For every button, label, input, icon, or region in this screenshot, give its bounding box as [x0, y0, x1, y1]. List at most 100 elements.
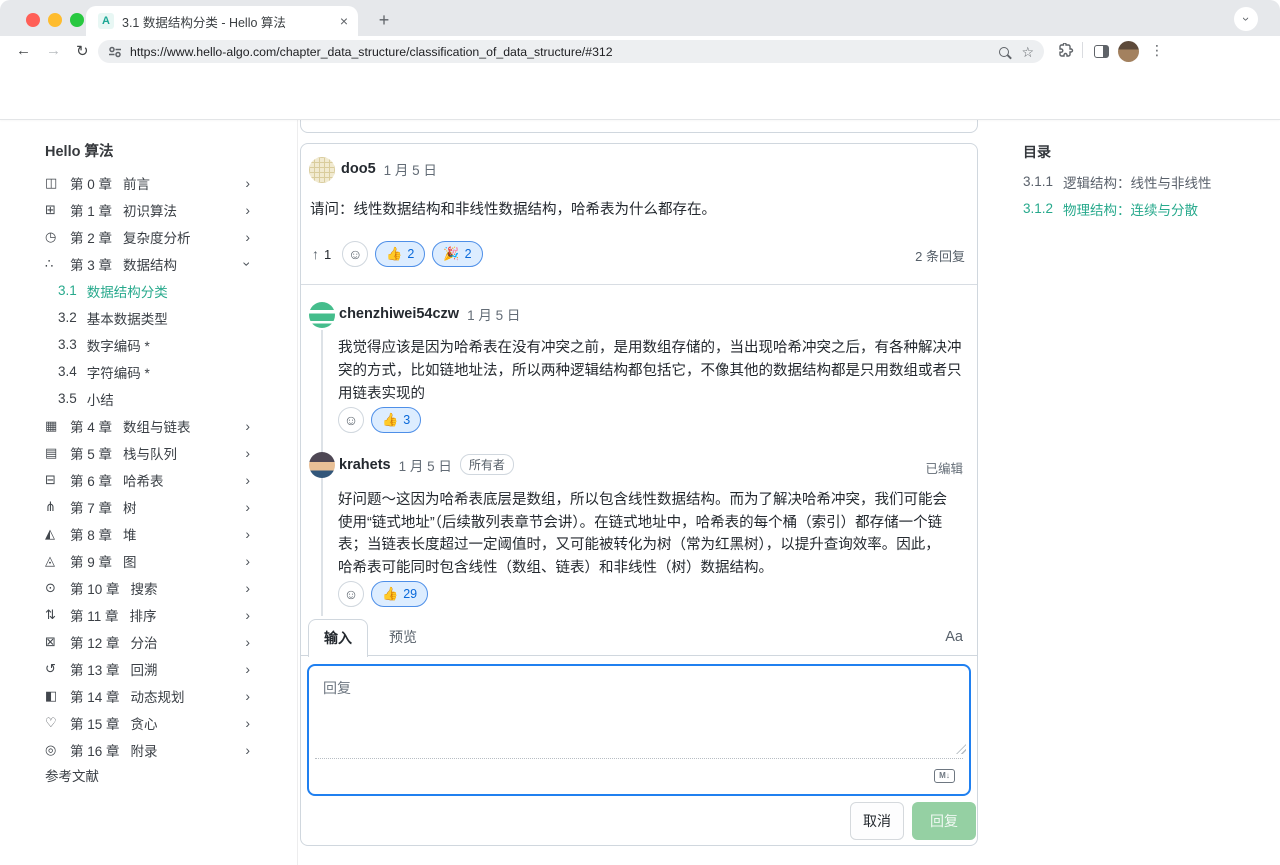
- chevron-right-icon: ›: [245, 742, 250, 758]
- chevron-right-icon: ›: [245, 553, 250, 569]
- sidebar-item-chapter-13[interactable]: ↺第 13 章回溯›: [45, 655, 250, 682]
- tab-strip: A 3.1 数据结构分类 - Hello 算法 × + ›: [0, 0, 1280, 36]
- sidebar-item-chapter-3[interactable]: ∴第 3 章数据结构›: [45, 250, 250, 277]
- reply-textarea[interactable]: [309, 666, 969, 757]
- reaction-thumbs-up[interactable]: 👍 2: [375, 241, 425, 267]
- url-text[interactable]: https://www.hello-algo.com/chapter_data_…: [130, 45, 999, 59]
- thumbs-up-icon: 👍: [386, 246, 402, 262]
- chevron-right-icon: ›: [245, 580, 250, 596]
- reply-actions: ☺ 👍 29: [338, 580, 428, 608]
- hash-table-icon: ⊟: [45, 472, 70, 488]
- chevron-right-icon: ›: [245, 715, 250, 731]
- divide-icon: ⊠: [45, 634, 70, 650]
- backtrack-icon: ↺: [45, 661, 70, 677]
- sidebar-item-chapter-7[interactable]: ⋔第 7 章树›: [45, 493, 250, 520]
- page-zoom-icon[interactable]: [999, 47, 1009, 57]
- add-reaction-button[interactable]: ☺: [338, 581, 364, 607]
- browser-tab[interactable]: A 3.1 数据结构分类 - Hello 算法 ×: [86, 6, 358, 36]
- clock-icon: ◷: [45, 229, 70, 245]
- reply-header: chenzhiwei54czw 1 月 5 日: [339, 304, 520, 324]
- sidebar-item-chapter-6[interactable]: ⊟第 6 章哈希表›: [45, 466, 250, 493]
- upvote-icon: ↑: [312, 246, 319, 262]
- sidebar-item-chapter-15[interactable]: ♡第 15 章贪心›: [45, 709, 250, 736]
- avatar[interactable]: [309, 157, 335, 183]
- sidebar-item-3-3[interactable]: 3.3数字编码 *: [45, 331, 253, 358]
- tab-preview[interactable]: 预览: [377, 619, 429, 656]
- maximize-window-button[interactable]: [70, 13, 84, 27]
- nodes-icon: ∴: [45, 256, 70, 272]
- browser-window: A 3.1 数据结构分类 - Hello 算法 × + › ← → ↻ http…: [0, 0, 1280, 865]
- add-reaction-button[interactable]: ☺: [338, 407, 364, 433]
- avatar[interactable]: [309, 302, 335, 328]
- reply-author[interactable]: chenzhiwei54czw: [339, 306, 459, 322]
- search-chapter-icon: ⊙: [45, 580, 70, 596]
- profile-avatar[interactable]: [1118, 41, 1139, 62]
- chevron-down-icon: ›: [1234, 17, 1258, 21]
- sidebar-item-3-4[interactable]: 3.4字符编码 *: [45, 358, 253, 385]
- sidebar-item-chapter-5[interactable]: ▤第 5 章栈与队列›: [45, 439, 250, 466]
- sidebar-item-3-1[interactable]: 3.1数据结构分类: [45, 277, 253, 304]
- close-window-button[interactable]: [26, 13, 40, 27]
- stack-icon: ▤: [45, 445, 70, 461]
- reaction-thumbs-up[interactable]: 👍 29: [371, 581, 428, 607]
- tab-write[interactable]: 输入: [308, 619, 368, 657]
- chevron-down-icon: ›: [240, 261, 256, 266]
- book-icon: ◫: [45, 175, 70, 191]
- toolbar-divider: [1082, 42, 1083, 58]
- new-tab-button[interactable]: +: [370, 7, 398, 35]
- address-bar[interactable]: https://www.hello-algo.com/chapter_data_…: [98, 40, 1044, 63]
- reply-editor: M↓: [307, 664, 971, 796]
- sidebar-nav: Hello 算法 ◫第 0 章前言› ⊞第 1 章初识算法› ◷第 2 章复杂度…: [0, 120, 298, 865]
- sidebar-item-chapter-9[interactable]: ◬第 9 章图›: [45, 547, 250, 574]
- editor-footer: M↓: [315, 758, 963, 794]
- upvote-button[interactable]: ↑ 1: [312, 246, 331, 262]
- sidebar-item-chapter-14[interactable]: ◧第 14 章动态规划›: [45, 682, 250, 709]
- sidebar-item-chapter-11[interactable]: ⇅第 11 章排序›: [45, 601, 250, 628]
- sidebar-item-chapter-2[interactable]: ◷第 2 章复杂度分析›: [45, 223, 250, 250]
- markdown-icon[interactable]: M↓: [934, 769, 955, 783]
- back-button[interactable]: ←: [16, 42, 31, 59]
- comment-header: doo5 1 月 5 日: [341, 159, 437, 179]
- tab-search-button[interactable]: ›: [1234, 7, 1258, 31]
- sidebar-item-chapter-12[interactable]: ⊠第 12 章分治›: [45, 628, 250, 655]
- tree-icon: ⋔: [45, 499, 70, 515]
- sidebar-item-chapter-4[interactable]: ▦第 4 章数组与链表›: [45, 412, 250, 439]
- reaction-party[interactable]: 🎉 2: [432, 241, 482, 267]
- toc-item-3-1-2[interactable]: 3.1.2物理结构：连续与分散: [1023, 195, 1263, 222]
- sidebar-item-3-2[interactable]: 3.2基本数据类型: [45, 304, 253, 331]
- comment-author[interactable]: doo5: [341, 161, 376, 177]
- forward-button[interactable]: →: [46, 42, 61, 59]
- reaction-thumbs-up[interactable]: 👍 3: [371, 407, 421, 433]
- chevron-right-icon: ›: [245, 202, 250, 218]
- extensions-icon[interactable]: [1058, 43, 1074, 59]
- reply-submit-button[interactable]: 回复: [912, 802, 976, 840]
- text-format-button[interactable]: Aa: [945, 619, 963, 656]
- toc-title: 目录: [1023, 142, 1263, 168]
- chrome-menu-icon[interactable]: ⋮: [1150, 42, 1164, 59]
- avatar[interactable]: [309, 452, 335, 478]
- reload-button[interactable]: ↻: [76, 42, 89, 60]
- tab-title: 3.1 数据结构分类 - Hello 算法: [122, 12, 286, 31]
- sidebar-item-chapter-0[interactable]: ◫第 0 章前言›: [45, 169, 250, 196]
- sidebar-item-references[interactable]: 参考文献: [45, 763, 253, 790]
- tab-close-icon[interactable]: ×: [340, 14, 348, 28]
- thumbs-up-icon: 👍: [382, 586, 398, 602]
- site-settings-icon[interactable]: [108, 45, 122, 59]
- reply-author[interactable]: krahets: [339, 457, 391, 473]
- bookmark-star-icon[interactable]: ☆: [1021, 45, 1034, 59]
- add-reaction-button[interactable]: ☺: [342, 241, 368, 267]
- sidebar-item-chapter-8[interactable]: ◭第 8 章堆›: [45, 520, 250, 547]
- toc-item-3-1-1[interactable]: 3.1.1逻辑结构：线性与非线性: [1023, 168, 1263, 195]
- sidebar-item-chapter-10[interactable]: ⊙第 10 章搜索›: [45, 574, 250, 601]
- chevron-right-icon: ›: [245, 418, 250, 434]
- sidebar-divider: [297, 120, 298, 865]
- sidebar-item-chapter-16[interactable]: ◎第 16 章附录›: [45, 736, 250, 763]
- sidebar-item-3-5[interactable]: 3.5小结: [45, 385, 253, 412]
- cancel-button[interactable]: 取消: [850, 802, 904, 840]
- sort-icon: ⇅: [45, 607, 70, 623]
- sidebar-item-chapter-1[interactable]: ⊞第 1 章初识算法›: [45, 196, 250, 223]
- minimize-window-button[interactable]: [48, 13, 62, 27]
- side-panel-icon[interactable]: [1094, 45, 1109, 58]
- chevron-right-icon: ›: [245, 688, 250, 704]
- edited-label: 已编辑: [925, 458, 963, 477]
